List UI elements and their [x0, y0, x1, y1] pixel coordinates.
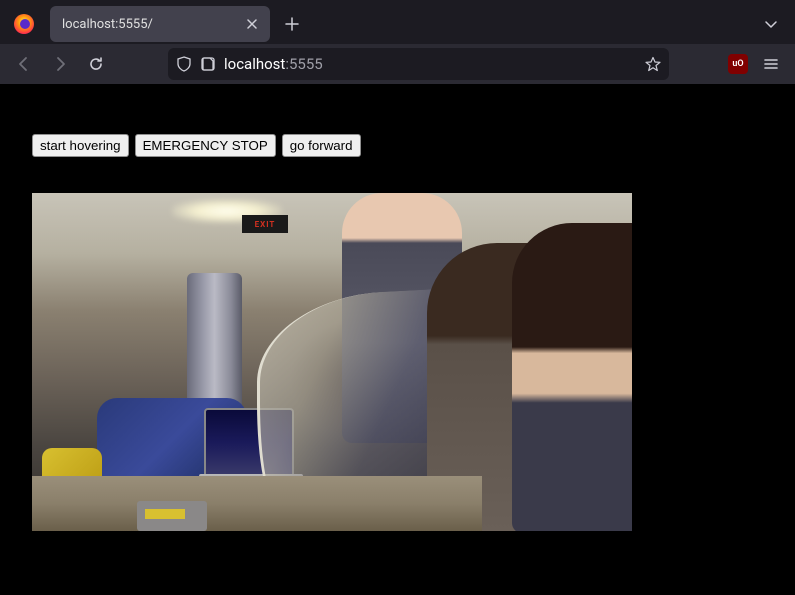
button-row: start hovering EMERGENCY STOP go forward [32, 134, 763, 157]
toolbar: localhost:5555 uO [0, 44, 795, 84]
reload-button[interactable] [80, 48, 112, 80]
go-forward-button[interactable]: go forward [282, 134, 361, 157]
tab-bar: localhost:5555/ [0, 0, 795, 44]
page-content: start hovering EMERGENCY STOP go forward… [0, 84, 795, 595]
tab[interactable]: localhost:5555/ [50, 6, 270, 42]
bookmark-icon[interactable] [645, 56, 661, 72]
menu-button[interactable] [755, 48, 787, 80]
ublock-extension-button[interactable]: uO [725, 51, 751, 77]
tape-item [137, 501, 207, 531]
start-hovering-button[interactable]: start hovering [32, 134, 129, 157]
tab-title: localhost:5555/ [62, 17, 242, 32]
page-info-icon[interactable] [200, 56, 216, 72]
new-tab-button[interactable] [278, 10, 306, 38]
person-front [512, 223, 632, 531]
url-bar[interactable]: localhost:5555 [168, 48, 669, 80]
url-text: localhost:5555 [224, 55, 637, 73]
back-button[interactable] [8, 48, 40, 80]
video-image: EXIT [32, 193, 632, 531]
close-icon[interactable] [242, 14, 262, 34]
ublock-icon: uO [728, 54, 748, 74]
table-surface [32, 476, 482, 531]
shield-icon[interactable] [176, 56, 192, 72]
forward-button[interactable] [44, 48, 76, 80]
exit-sign: EXIT [242, 215, 288, 233]
emergency-stop-button[interactable]: EMERGENCY STOP [135, 134, 276, 157]
list-tabs-button[interactable] [757, 10, 785, 38]
firefox-logo-icon [10, 10, 38, 38]
